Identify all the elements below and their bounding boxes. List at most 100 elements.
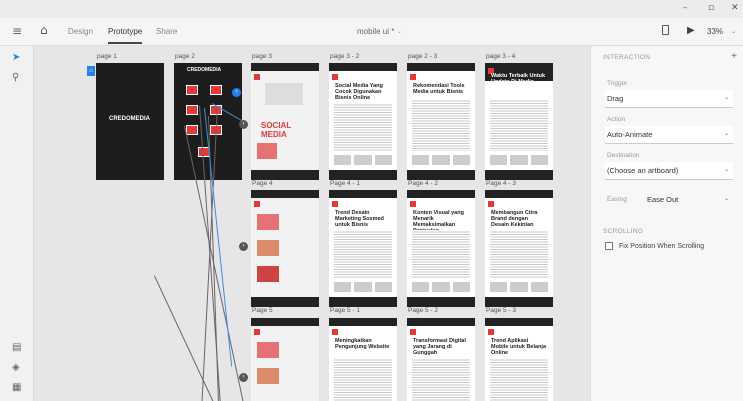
plugins-icon[interactable]: ▦ [12,382,21,393]
thumbnail [257,342,279,358]
logo-mark [410,201,416,207]
canvas[interactable]: page 1 page 2 page 3 page 3 - 2 page 2 -… [34,46,590,401]
article-headline: Trend Aplikasi Mobile untuk Belanja Onli… [491,338,547,356]
artboard-header [485,190,553,198]
artboard-page-2-3[interactable]: Rekomendasi Tools Media untuk Bisnis [407,63,475,180]
artboard-header [329,318,397,326]
article-body [412,99,470,151]
artboard-page-4-2[interactable]: Konten Visual yang Menarik Memaksimalkan… [407,190,475,307]
artboard-page-5-2[interactable]: Transformasi Digital yang Jarang di Gung… [407,318,475,401]
artboard-page-3-4[interactable]: Waktu Terbaik Untuk Update Di Media Sosi… [485,63,553,180]
artboard-label[interactable]: Page 4 - 2 [408,180,438,187]
artboard-label[interactable]: Page 4 - 3 [486,180,516,187]
minimize-icon[interactable]: – [683,3,688,13]
easing-label: Easing [607,196,627,203]
wire-node-icon[interactable]: › [239,242,248,251]
artboard-label[interactable]: page 3 - 4 [486,53,515,60]
artboard-label[interactable]: page 3 - 2 [330,53,359,60]
layers-icon[interactable]: ◈ [12,362,20,373]
brand-logo: CREDOMEDIA [187,67,222,73]
artboard-page-5-3[interactable]: Trend Aplikasi Mobile untuk Belanja Onli… [485,318,553,401]
artboard-label[interactable]: Page 5 [252,307,273,314]
artboard-page-4[interactable] [251,190,319,307]
artboard-page-3[interactable]: SOCIAL MEDIA [251,63,319,180]
artboard-page-1[interactable]: CREDOMEDIA [96,63,164,180]
wire-node-icon[interactable]: › [239,373,248,382]
zoom-tool-icon[interactable]: ⚲ [12,72,19,83]
document-assets-icon[interactable]: ▤ [12,342,21,353]
thumbnail-row [490,155,548,165]
artboard-label[interactable]: Page 4 [252,180,273,187]
close-icon[interactable]: ✕ [731,3,739,13]
easing-value: Ease Out [647,195,679,204]
zoom-chevron-icon[interactable]: ⌄ [731,28,736,35]
artboard-page-4-1[interactable]: Trend Desain Marketing Sosmed untuk Bisn… [329,190,397,307]
logo-mark [332,74,338,80]
artboard-footer [251,297,319,307]
thumbnail [257,240,279,256]
logo-mark [254,329,260,335]
illustration [265,83,303,105]
tool-sidebar: ➤ ⚲ ▤ ◈ ▦ [0,46,34,401]
artboard-footer [329,297,397,307]
artboard-page-3-2[interactable]: Social Media Yang Cocok Digunakan Bisnis… [329,63,397,180]
artboard-footer [485,170,553,180]
chevron-down-icon: ⌄ [723,131,729,137]
tab-design[interactable]: Design [68,27,93,36]
zoom-level[interactable]: 33% [707,27,723,36]
artboard-label[interactable]: Page 5 - 1 [330,307,360,314]
artboard-page-4-3[interactable]: Membangun Citra Brand dengan Desain Keki… [485,190,553,307]
artboard-label[interactable]: page 2 [175,53,195,60]
fix-position-checkbox[interactable] [605,242,613,250]
article-headline: Social Media Yang Cocok Digunakan Bisnis… [335,83,383,101]
tab-prototype[interactable]: Prototype [108,27,143,44]
thumbnail [257,266,279,282]
article-body [490,358,548,401]
thumbnail [257,143,277,159]
artboard-label[interactable]: page 3 [252,53,272,60]
select-tool-icon[interactable]: ➤ [12,52,20,63]
logo-mark [410,329,416,335]
artboard-footer [485,297,553,307]
wire-node-icon[interactable]: › [239,120,248,129]
artboard-label[interactable]: Page 5 - 2 [408,307,438,314]
article-headline: Membangun Citra Brand dengan Desain Keki… [491,210,538,228]
artboard-page-5-1[interactable]: Meningkatkan Pengunjung Website [329,318,397,401]
artboard-label[interactable]: page 2 - 3 [408,53,437,60]
connection-handle-icon[interactable]: › [232,88,241,97]
home-artboard-icon[interactable]: ⌂ [87,66,95,76]
artboard-header [251,63,319,71]
action-select[interactable]: Auto-Animate ⌄ [605,126,733,144]
add-interaction-icon[interactable]: + [731,51,737,62]
device-preview-icon[interactable] [662,25,669,35]
article-headline: Transformasi Digital yang Jarang di Gung… [413,338,466,356]
menu-icon-tile [210,85,222,95]
article-body [490,99,548,151]
artboard-label[interactable]: Page 4 - 1 [330,180,360,187]
artboard-footer [251,170,319,180]
artboard-page-5[interactable] [251,318,319,401]
social-media-text: SOCIAL MEDIA [261,121,292,139]
artboard-label[interactable]: Page 5 - 3 [486,307,516,314]
artboard-footer [407,170,475,180]
artboard-header [251,318,319,326]
restore-icon[interactable]: ▫ [708,3,714,13]
hamburger-menu-icon[interactable]: ≡ [12,24,22,38]
article-body [490,230,548,278]
chevron-down-icon[interactable]: ⌄ [397,28,402,35]
play-icon[interactable]: ▶ [687,25,695,36]
fix-position-label: Fix Position When Scrolling [619,243,705,250]
menu-icon-tile [186,105,198,115]
destination-select[interactable]: (Choose an artboard) ⌄ [605,162,733,180]
destination-label: Destination [607,152,640,159]
destination-value: (Choose an artboard) [607,166,679,175]
thumbnail-row [412,155,470,165]
article-headline: Meningkatkan Pengunjung Website [335,338,390,350]
document-title[interactable]: mobile ui * [357,27,394,36]
trigger-select[interactable]: Drag ⌄ [605,90,733,108]
home-icon[interactable]: ⌂ [40,23,48,37]
easing-select[interactable]: Ease Out ⌄ [645,191,733,209]
tab-share[interactable]: Share [156,27,177,36]
artboard-header [251,190,319,198]
artboard-label[interactable]: page 1 [97,53,117,60]
